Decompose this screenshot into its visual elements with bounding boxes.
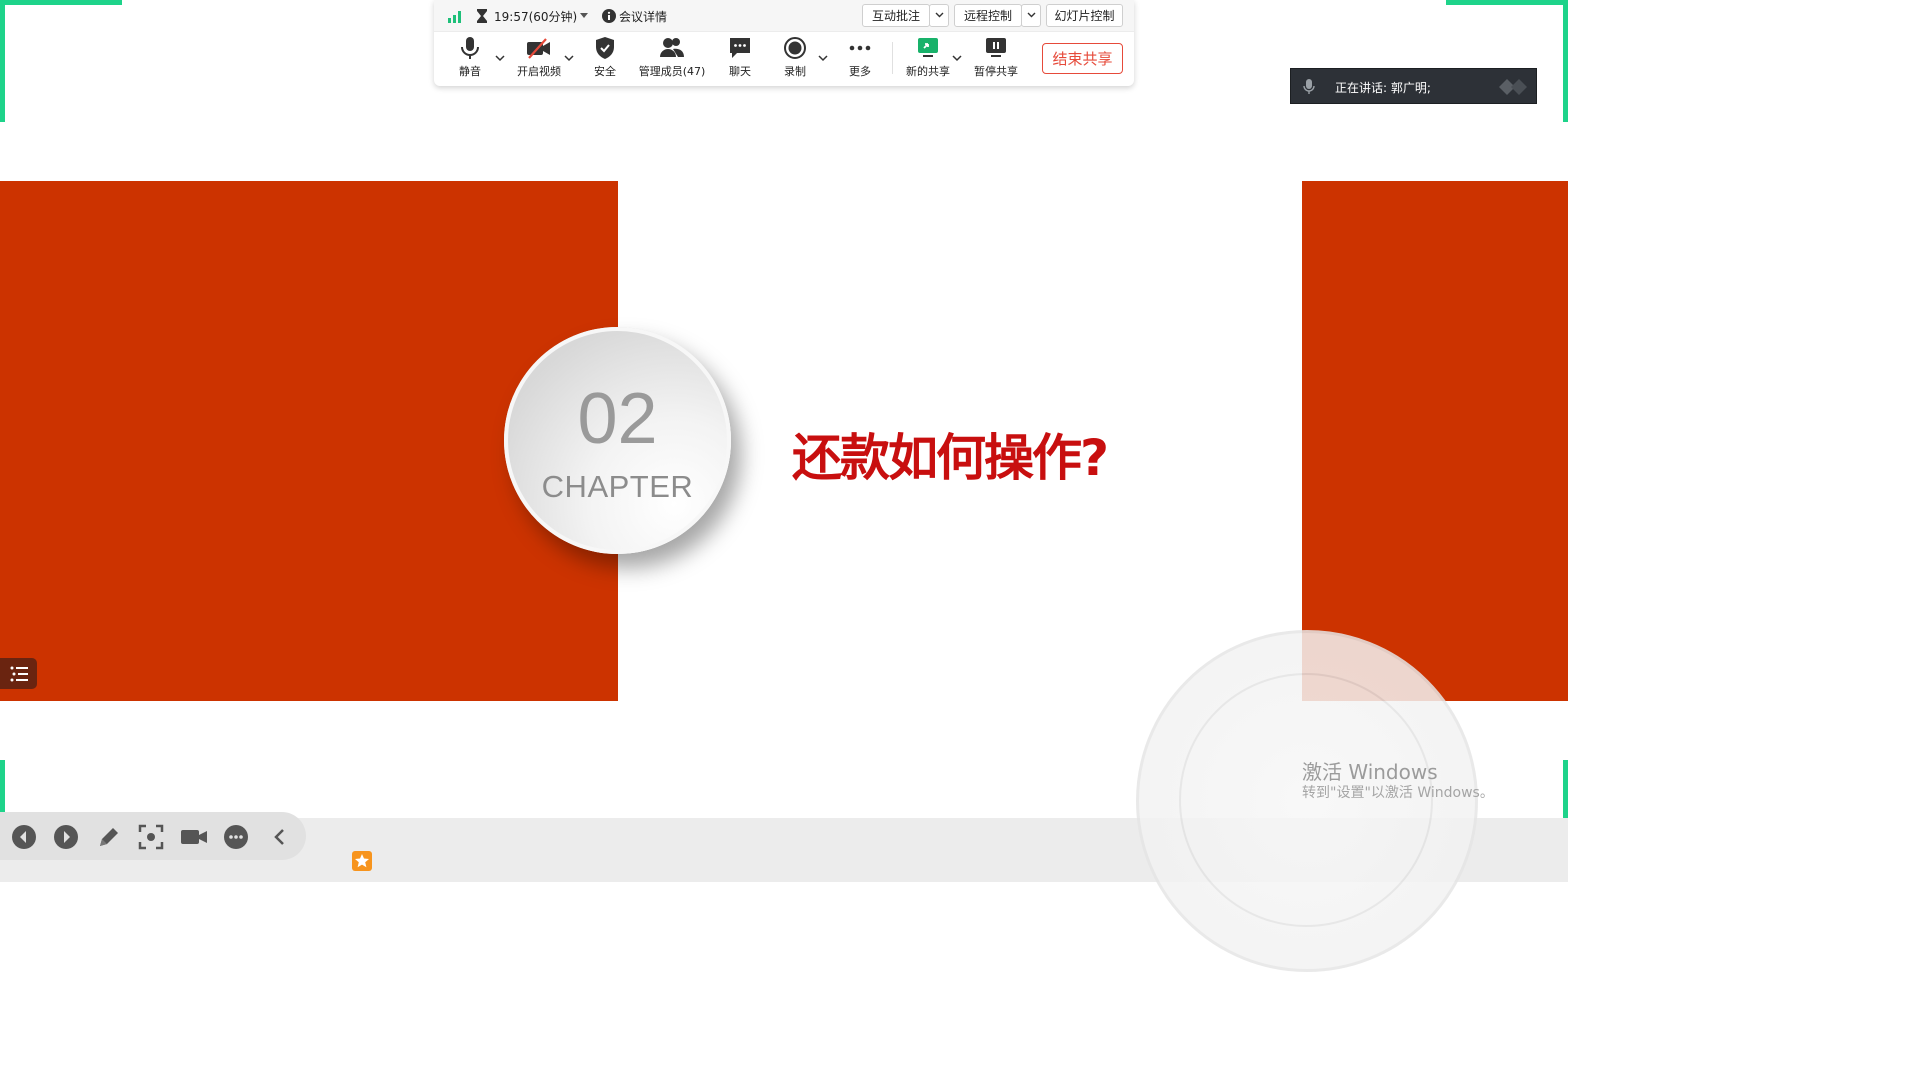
new-share-button[interactable]: 新的共享 xyxy=(898,36,958,82)
list-icon xyxy=(10,666,28,681)
chevron-down-icon xyxy=(935,12,944,18)
security-button[interactable]: 安全 xyxy=(575,36,635,82)
timer-dropdown-caret[interactable] xyxy=(580,13,588,18)
slide-red-block-right xyxy=(1302,181,1568,701)
activate-windows-subtitle: 转到"设置"以激活 Windows。 xyxy=(1302,785,1494,801)
frame-corner-tl-h xyxy=(0,0,122,5)
chapter-number: 02 xyxy=(577,379,658,459)
annotation-dropdown[interactable] xyxy=(929,4,949,27)
frame-corner-tl-v xyxy=(0,0,5,122)
interactive-annotation-button[interactable]: 互动批注 xyxy=(862,4,930,27)
more-options-icon[interactable] xyxy=(223,824,249,850)
chevron-down-icon[interactable] xyxy=(818,54,828,62)
chevron-down-icon xyxy=(1027,12,1036,18)
chat-button[interactable]: 聊天 xyxy=(710,36,770,82)
start-video-button[interactable]: 开启视频 xyxy=(509,36,569,82)
share-screen-icon xyxy=(918,38,938,57)
start-video-label: 开启视频 xyxy=(517,65,561,78)
star-icon[interactable] xyxy=(352,851,372,871)
pause-share-icon xyxy=(986,38,1006,57)
record-label: 录制 xyxy=(784,65,806,78)
mute-button[interactable]: 静音 xyxy=(440,36,500,82)
new-share-label: 新的共享 xyxy=(906,65,950,78)
pause-share-button[interactable]: 暂停共享 xyxy=(966,36,1026,82)
pause-share-label: 暂停共享 xyxy=(974,65,1018,78)
shield-icon xyxy=(596,37,614,59)
users-icon xyxy=(660,38,684,57)
chevron-down-icon[interactable] xyxy=(952,54,962,62)
toolbar-status-row: 19:57(60分钟) 会议详情 互动批注 远程控制 幻灯片控制 xyxy=(434,0,1134,32)
more-label: 更多 xyxy=(849,65,871,78)
record-button[interactable]: 录制 xyxy=(765,36,825,82)
manage-participants-button[interactable]: 管理成员(47) xyxy=(637,36,707,82)
security-label: 安全 xyxy=(594,65,616,78)
mute-label: 静音 xyxy=(459,65,481,78)
frame-corner-tr-v xyxy=(1563,0,1568,122)
chapter-label: CHAPTER xyxy=(541,469,694,504)
chapter-circle: 02 CHAPTER xyxy=(504,327,731,554)
toolbar-divider xyxy=(892,42,893,74)
hourglass-icon xyxy=(477,9,487,23)
more-button[interactable]: 更多 xyxy=(830,36,890,82)
video-off-icon xyxy=(527,38,550,59)
speaking-indicator: 正在讲话: 郭广明; xyxy=(1290,68,1537,104)
slide-control-button[interactable]: 幻灯片控制 xyxy=(1046,4,1123,27)
remote-control-dropdown[interactable] xyxy=(1021,4,1041,27)
activate-windows-title: 激活 Windows xyxy=(1302,760,1438,784)
chat-icon xyxy=(730,38,750,58)
camera-icon[interactable] xyxy=(180,824,208,850)
meeting-toolbar: 19:57(60分钟) 会议详情 互动批注 远程控制 幻灯片控制 静音 开启视频… xyxy=(434,0,1134,86)
microphone-icon xyxy=(461,37,479,59)
microphone-icon xyxy=(1303,79,1315,94)
frame-corner-tr-h xyxy=(1446,0,1568,5)
collapse-chevron-icon[interactable] xyxy=(267,824,293,850)
signal-icon xyxy=(448,11,461,23)
record-icon xyxy=(784,37,806,59)
end-share-button[interactable]: 结束共享 xyxy=(1042,43,1123,74)
pen-icon[interactable] xyxy=(96,824,122,850)
chat-label: 聊天 xyxy=(729,65,751,78)
presentation-control-bar xyxy=(0,812,306,860)
chevron-down-icon[interactable] xyxy=(564,54,574,62)
info-icon xyxy=(602,9,616,23)
slide-title: 还款如何操作? xyxy=(792,429,1109,487)
screenshot-icon[interactable] xyxy=(138,824,164,850)
speaking-text: 正在讲话: 郭广明; xyxy=(1335,81,1431,95)
meeting-timer: 19:57(60分钟) xyxy=(494,10,578,24)
video-off-icon xyxy=(1499,79,1527,95)
remote-control-button[interactable]: 远程控制 xyxy=(954,4,1022,27)
more-icon xyxy=(849,45,871,51)
manage-participants-label: 管理成员(47) xyxy=(638,65,706,78)
meeting-details-link[interactable]: 会议详情 xyxy=(619,8,667,25)
chevron-down-icon[interactable] xyxy=(495,54,505,62)
slide-outline-button[interactable] xyxy=(0,658,37,689)
previous-slide-icon[interactable] xyxy=(11,824,37,850)
next-slide-icon[interactable] xyxy=(53,824,79,850)
